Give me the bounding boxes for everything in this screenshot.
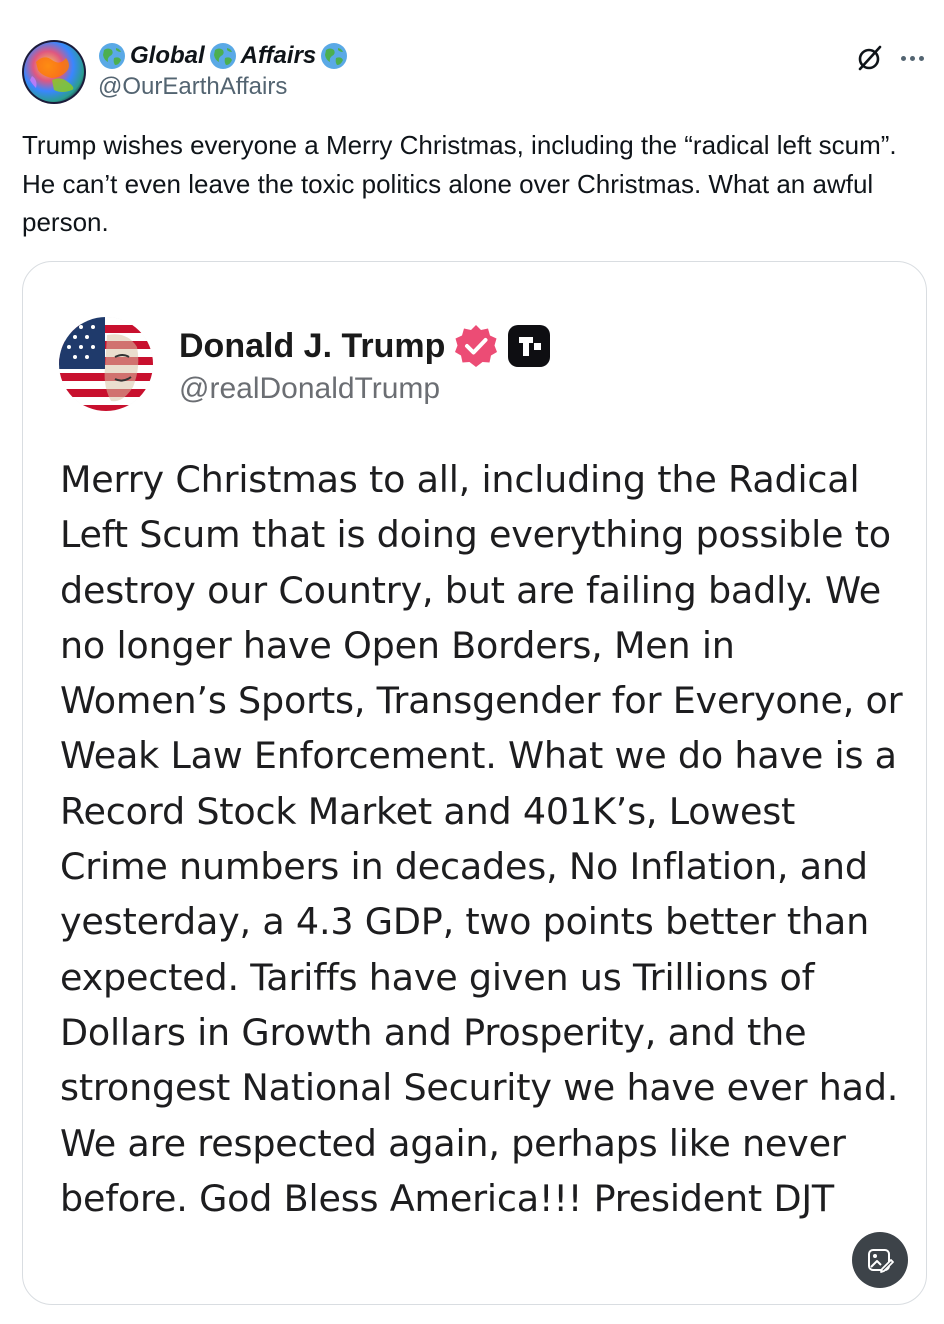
embedded-author-name: Donald J. Trump xyxy=(179,326,446,365)
tweet-text: Trump wishes everyone a Merry Christmas,… xyxy=(22,130,897,237)
avatar-image xyxy=(22,40,86,104)
embedded-author-avatar xyxy=(59,317,153,411)
globe-emoji-icon xyxy=(209,43,236,69)
grok-button[interactable] xyxy=(854,42,886,74)
author-name-part2: Affairs xyxy=(240,42,317,69)
embedded-author-name-row: Donald J. Trump xyxy=(179,322,551,370)
verified-badge-icon xyxy=(455,325,498,367)
embedded-post-text: Merry Christmas to all, including the Ra… xyxy=(60,458,903,1220)
author-name[interactable]: Global Affairs xyxy=(98,40,348,72)
edit-image-icon xyxy=(868,1249,894,1273)
author-avatar[interactable] xyxy=(22,40,86,104)
globe-emoji-icon xyxy=(321,43,348,69)
truth-social-icon xyxy=(508,325,551,367)
globe-emoji-icon xyxy=(99,43,125,69)
author-handle[interactable]: @OurEarthAffairs xyxy=(98,73,287,101)
grok-icon xyxy=(858,45,882,71)
author-name-part1: Global xyxy=(130,42,205,69)
more-options-icon xyxy=(909,55,915,61)
embedded-post-card[interactable]: Donald J. Trump @realDonaldTrump Merry C… xyxy=(22,261,927,1305)
more-options-icon xyxy=(900,55,906,61)
flag-portrait-image xyxy=(59,317,153,411)
edit-image-button[interactable] xyxy=(852,1232,908,1288)
embedded-author-handle: @realDonaldTrump xyxy=(179,372,441,405)
more-options-button[interactable] xyxy=(896,42,928,74)
more-options-icon xyxy=(918,55,924,61)
tweet[interactable]: Global Affairs @OurEarthAffairs Trump wi… xyxy=(0,0,944,1324)
